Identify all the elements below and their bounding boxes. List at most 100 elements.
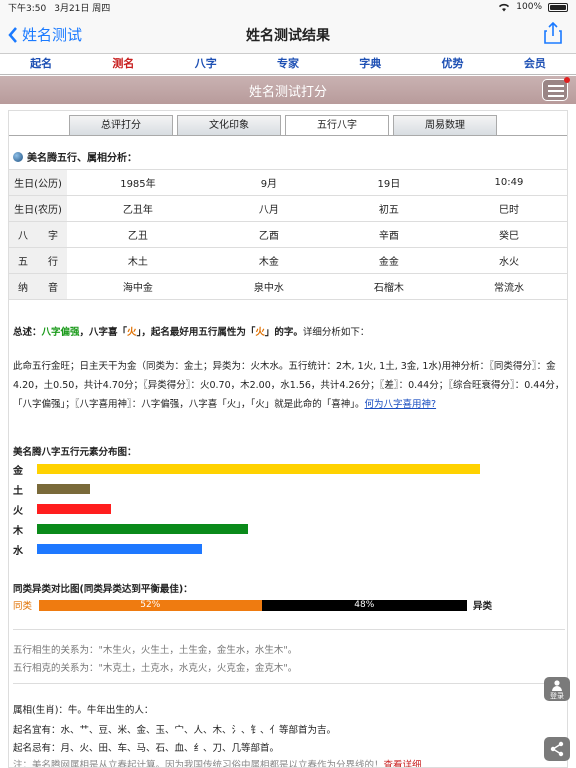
tab-1[interactable]: 文化印象 bbox=[177, 115, 281, 135]
share-nodes-icon bbox=[550, 741, 564, 757]
table-cell: 初五 bbox=[328, 195, 449, 222]
status-time: 下午3:50 bbox=[8, 3, 47, 14]
wuxing-row: 土 bbox=[13, 482, 90, 497]
result-panel: 总评打分 文化印象 五行八字 周易数理 美名腾五行、属相分析： 生日(公历) 1985年… bbox=[8, 110, 568, 768]
zodiac-note: 注：美名腾网属相是从立春起计算。因为我国传统习俗中属相都是以立春作为分界线的！查… bbox=[13, 757, 422, 767]
row-header: 五 行 bbox=[9, 247, 67, 274]
menu-item-1[interactable]: 测名 bbox=[82, 55, 164, 74]
notification-dot bbox=[564, 77, 570, 83]
wuxing-label: 水 bbox=[13, 545, 23, 557]
battery-percent: 100% bbox=[516, 2, 542, 12]
wuxing-label: 金 bbox=[13, 465, 23, 477]
summary-line: 总述：八字偏强，八字喜「火」，起名最好用五行属性为「火」的字。详细分析如下： bbox=[13, 327, 370, 338]
zodiac-good-radicals: 起名宜有：水、艹、豆、米、金、玉、宀、人、木、氵、钅、亻等部首为吉。 bbox=[13, 725, 337, 736]
table-cell: 泉中水 bbox=[208, 273, 329, 300]
menu-button[interactable] bbox=[542, 77, 570, 101]
menu-item-3[interactable]: 专家 bbox=[247, 55, 329, 74]
result-tabs: 总评打分 文化印象 五行八字 周易数理 bbox=[69, 115, 497, 136]
row-header: 生日(公历) bbox=[9, 169, 67, 196]
table-cell: 19日 bbox=[328, 169, 449, 196]
wuxing-bar bbox=[37, 484, 90, 494]
table-cell: 辛酉 bbox=[328, 221, 449, 248]
bazi-table: 生日(公历) 1985年 9月 19日 10:49 生日(农历) 乙丑年 八月 初五 巳时八 字乙… bbox=[9, 169, 567, 300]
diff-type-bar: 48% bbox=[261, 599, 467, 611]
xiyongshen-link[interactable]: 何为八字喜用神? bbox=[365, 399, 437, 410]
tab-0[interactable]: 总评打分 bbox=[69, 115, 173, 135]
zodiac-line: 属相(生肖)：牛。牛年出生的人： bbox=[13, 705, 154, 716]
login-button[interactable]: 登录 bbox=[544, 677, 570, 701]
wuxing-bar bbox=[37, 524, 248, 534]
zodiac-bad-radicals: 起名忌有：月、火、田、车、马、石、血、纟、刀、几等部首。 bbox=[13, 743, 280, 754]
wuxing-bar bbox=[37, 544, 202, 554]
banner-title: 姓名测试打分 bbox=[248, 84, 327, 100]
menu-item-2[interactable]: 八字 bbox=[165, 55, 247, 74]
table-cell: 1985年 bbox=[67, 169, 209, 196]
table-row: 八 字乙丑 乙酉 辛酉 癸巳 bbox=[9, 221, 567, 248]
wuxing-label: 木 bbox=[13, 525, 23, 537]
user-icon bbox=[552, 680, 562, 691]
analysis-detail: 此命五行金旺；日主天干为金（同类为：金土；异类为：火木水。五行统计：2木, 1火… bbox=[13, 361, 565, 410]
same-type-bar: 52% bbox=[39, 599, 262, 611]
page-title: 姓名测试结果 bbox=[246, 28, 330, 44]
table-cell: 木土 bbox=[67, 247, 209, 274]
share-icon[interactable] bbox=[544, 22, 562, 44]
same-type-label: 同类 bbox=[13, 601, 33, 612]
table-cell: 10:49 bbox=[448, 169, 567, 196]
table-cell: 乙丑年 bbox=[67, 195, 209, 222]
compare-title: 同类异类对比图(同类异类达到平衡最佳)： bbox=[13, 584, 193, 595]
table-cell: 八月 bbox=[208, 195, 329, 222]
table-row: 生日(公历) 1985年 9月 19日 10:49 bbox=[9, 169, 567, 196]
table-cell: 9月 bbox=[208, 169, 329, 196]
row-header: 纳 音 bbox=[9, 273, 67, 300]
table-cell: 癸巳 bbox=[448, 221, 567, 248]
status-bar: 下午3:50 3月21日 周四 100% bbox=[0, 0, 576, 14]
section-banner: 姓名测试打分 bbox=[0, 76, 576, 104]
table-cell: 乙酉 bbox=[208, 221, 329, 248]
table-cell: 巳时 bbox=[448, 195, 567, 222]
tab-3[interactable]: 周易数理 bbox=[393, 115, 497, 135]
tab-2[interactable]: 五行八字 bbox=[285, 115, 389, 136]
table-cell: 乙丑 bbox=[67, 221, 209, 248]
table-cell: 木金 bbox=[208, 247, 329, 274]
wuxing-label: 土 bbox=[13, 485, 23, 497]
back-label: 姓名测试 bbox=[22, 26, 83, 44]
sheng-relation: 五行相生的关系为："木生火，火生土，土生金，金生水，水生木"。 bbox=[13, 645, 298, 656]
view-detail-link[interactable]: 查看详细 bbox=[384, 760, 422, 767]
navigation-bar: 姓名测试 姓名测试结果 bbox=[0, 14, 576, 54]
wuxing-bar bbox=[37, 464, 480, 474]
wuxing-row: 木 bbox=[13, 522, 248, 537]
compare-chart: 同类 52% 48% 异类 bbox=[13, 599, 567, 612]
table-cell: 金金 bbox=[328, 247, 449, 274]
row-header: 八 字 bbox=[9, 221, 67, 248]
battery-icon bbox=[548, 2, 568, 12]
wuxing-chart-title: 美名腾八字五行元素分布图： bbox=[13, 447, 137, 458]
table-row: 五 行木土 木金 金金 水火 bbox=[9, 247, 567, 274]
wuxing-label: 火 bbox=[13, 505, 23, 517]
share-float-button[interactable] bbox=[544, 737, 570, 761]
section-title: 美名腾五行、属相分析： bbox=[13, 149, 137, 164]
menu-item-4[interactable]: 字典 bbox=[329, 55, 411, 74]
diff-type-label: 异类 bbox=[472, 601, 492, 612]
table-cell: 石榴木 bbox=[328, 273, 449, 300]
wifi-icon bbox=[499, 3, 510, 11]
chevron-left-icon bbox=[8, 26, 17, 43]
wuxing-row: 水 bbox=[13, 542, 202, 557]
table-cell: 常流水 bbox=[448, 273, 567, 300]
table-row: 纳 音海中金 泉中水 石榴木 常流水 bbox=[9, 273, 567, 300]
menu-item-6[interactable]: 会员 bbox=[494, 55, 576, 74]
back-button[interactable]: 姓名测试 bbox=[8, 24, 82, 45]
top-menu: 起名 测名 八字 专家 字典 优势 会员 bbox=[0, 55, 576, 75]
screen: 下午3:50 3月21日 周四 100% 姓名测试 姓名测试结果 起名 测名 八字专… bbox=[0, 0, 576, 768]
wuxing-bar bbox=[37, 504, 111, 514]
table-cell: 水火 bbox=[448, 247, 567, 274]
menu-item-5[interactable]: 优势 bbox=[411, 55, 493, 74]
table-row: 生日(农历) 乙丑年 八月 初五 巳时 bbox=[9, 195, 567, 222]
status-date: 3月21日 周四 bbox=[54, 3, 111, 14]
ke-relation: 五行相克的关系为："木克土，土克水，水克火，火克金，金克木"。 bbox=[13, 663, 298, 674]
table-cell: 海中金 bbox=[67, 273, 209, 300]
row-header: 生日(农历) bbox=[9, 195, 67, 222]
wuxing-row: 火 bbox=[13, 502, 111, 517]
menu-item-0[interactable]: 起名 bbox=[0, 55, 82, 74]
wuxing-row: 金 bbox=[13, 462, 480, 477]
globe-icon bbox=[13, 151, 23, 162]
